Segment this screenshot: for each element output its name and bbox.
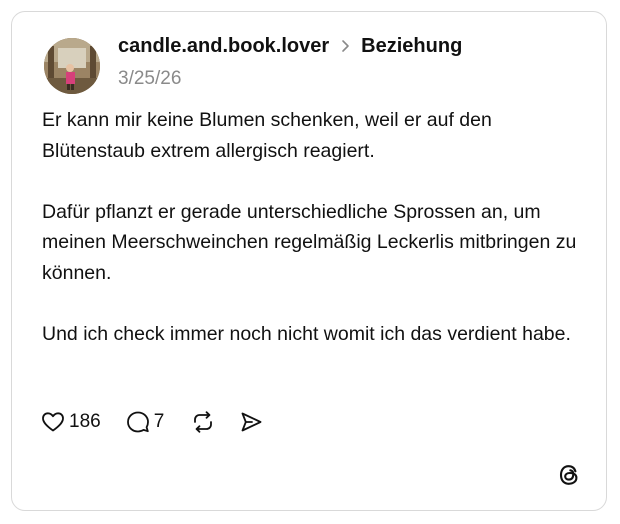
avatar-image: [44, 38, 100, 94]
action-bar: 186 7: [40, 407, 264, 437]
avatar[interactable]: [44, 38, 100, 94]
share-button[interactable]: [238, 409, 264, 435]
repost-button[interactable]: [190, 409, 216, 435]
repost-icon: [194, 411, 213, 433]
like-button[interactable]: 186: [40, 409, 101, 435]
chevron-right-icon: [342, 40, 349, 52]
username[interactable]: candle.and.book.lover: [118, 35, 329, 58]
speech-bubble-icon: [126, 411, 149, 433]
post-card: candle.and.book.lover Beziehung 3/25/26 …: [11, 11, 607, 511]
reply-button[interactable]: 7: [125, 409, 165, 435]
send-icon: [241, 412, 262, 432]
reply-count: 7: [153, 411, 165, 432]
post-paragraph: Dafür pflanzt er gerade unterschiedliche…: [42, 200, 577, 284]
post-paragraph: Und ich check immer noch nicht womit ich…: [42, 322, 571, 345]
post-header: candle.and.book.lover Beziehung: [118, 33, 462, 59]
post-paragraph: Er kann mir keine Blumen schenken, weil …: [42, 109, 492, 162]
heart-icon: [42, 412, 64, 432]
post-body: Er kann mir keine Blumen schenken, weil …: [42, 105, 582, 349]
topic-tag[interactable]: Beziehung: [361, 35, 462, 58]
post-date: 3/25/26: [118, 68, 182, 89]
threads-logo-icon: [559, 465, 578, 485]
like-count: 186: [69, 411, 101, 432]
